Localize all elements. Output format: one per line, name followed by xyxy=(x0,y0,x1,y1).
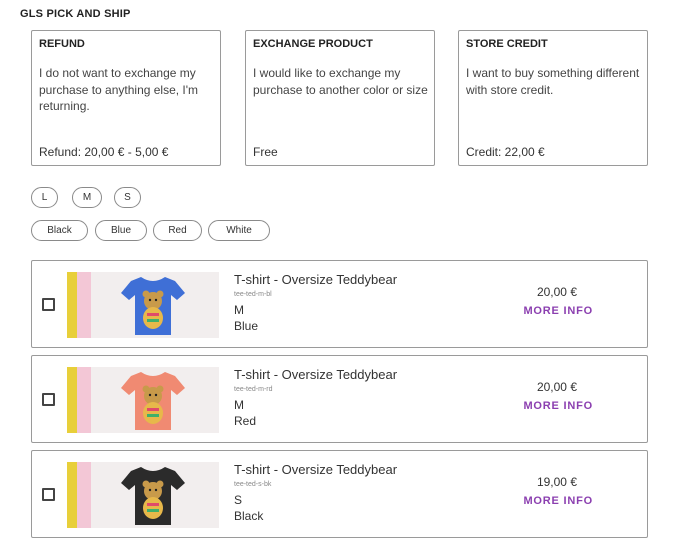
product-sku: tee-ted-s-bk xyxy=(234,481,272,488)
option-price: Free xyxy=(253,145,278,159)
option-description: I do not want to exchange my purchase to… xyxy=(39,66,199,113)
section-title: GLS PICK AND SHIP xyxy=(20,8,131,20)
more-info-link[interactable]: MORE INFO xyxy=(523,305,593,317)
color-filter-red[interactable]: Red xyxy=(153,220,202,241)
option-title: EXCHANGE PRODUCT xyxy=(253,38,373,50)
product-color: Blue xyxy=(234,319,259,333)
option-description: I would like to exchange my purchase to … xyxy=(253,66,428,97)
option-exchange-product[interactable]: EXCHANGE PRODUCT I would like to exchang… xyxy=(245,30,435,166)
product-sku: tee-ted-m-rd xyxy=(234,386,273,393)
product-color: Red xyxy=(234,414,257,428)
product-price: 20,00 € xyxy=(536,285,577,299)
product-price: 20,00 € xyxy=(536,380,577,394)
t-shirt-teddybear-image xyxy=(67,272,219,338)
color-filter-blue[interactable]: Blue xyxy=(95,220,147,241)
product-row: T-shirt - Oversize Teddybear tee-ted-m-r… xyxy=(31,355,648,443)
option-refund[interactable]: REFUND I do not want to exchange my purc… xyxy=(31,30,221,166)
product-size: M xyxy=(234,398,244,412)
product-sku: tee-ted-m-bl xyxy=(234,291,272,298)
product-checkbox[interactable] xyxy=(42,298,55,311)
color-filter-white[interactable]: White xyxy=(208,220,270,241)
t-shirt-teddybear-image xyxy=(67,367,219,433)
option-price: Credit: 22,00 € xyxy=(466,145,545,159)
size-filter-m[interactable]: M xyxy=(72,187,102,208)
option-title: STORE CREDIT xyxy=(466,38,548,50)
more-info-link[interactable]: MORE INFO xyxy=(523,495,593,507)
t-shirt-icon xyxy=(121,372,185,430)
option-title: REFUND xyxy=(39,38,85,50)
option-price: Refund: 20,00 € - 5,00 € xyxy=(39,145,169,159)
product-size: M xyxy=(234,303,244,317)
product-row: T-shirt - Oversize Teddybear tee-ted-m-b… xyxy=(31,260,648,348)
more-info-link[interactable]: MORE INFO xyxy=(523,400,593,412)
t-shirt-icon xyxy=(121,467,185,525)
product-name: T-shirt - Oversize Teddybear xyxy=(234,367,398,382)
product-row: T-shirt - Oversize Teddybear tee-ted-s-b… xyxy=(31,450,648,538)
product-size: S xyxy=(234,493,243,507)
product-price: 19,00 € xyxy=(536,475,577,489)
product-checkbox[interactable] xyxy=(42,488,55,501)
size-filter-l[interactable]: L xyxy=(31,187,58,208)
size-filter-s[interactable]: S xyxy=(114,187,141,208)
product-checkbox[interactable] xyxy=(42,393,55,406)
product-name: T-shirt - Oversize Teddybear xyxy=(234,462,398,477)
product-color: Black xyxy=(234,509,264,523)
product-name: T-shirt - Oversize Teddybear xyxy=(234,272,398,287)
t-shirt-icon xyxy=(121,277,185,335)
option-description: I want to buy something different with s… xyxy=(466,66,640,97)
t-shirt-teddybear-image xyxy=(67,462,219,528)
color-filter-black[interactable]: Black xyxy=(31,220,88,241)
option-store-credit[interactable]: STORE CREDIT I want to buy something dif… xyxy=(458,30,648,166)
